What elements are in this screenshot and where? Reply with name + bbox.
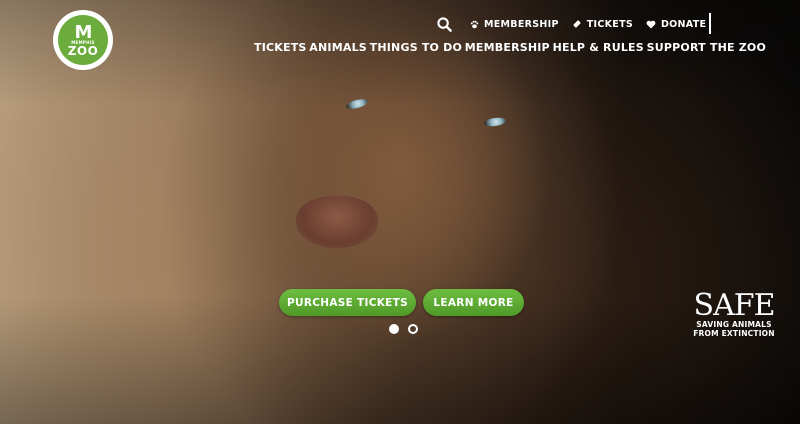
heart-icon (646, 20, 656, 29)
logo-badge: M MEMPHIS ZOO (58, 15, 108, 65)
site-logo[interactable]: M MEMPHIS ZOO (53, 10, 113, 70)
utility-nav: MEMBERSHIP TICKETS DONATE (437, 15, 719, 33)
util-link-membership[interactable]: MEMBERSHIP (470, 19, 559, 30)
safe-badge[interactable]: SAFE SAVING ANIMALS FROM EXTINCTION (688, 291, 780, 338)
main-nav: TICKETS ANIMALS THINGS TO DO MEMBERSHIP … (254, 41, 766, 54)
nav-item-tickets[interactable]: TICKETS (254, 41, 307, 54)
slider-dot-2[interactable] (408, 324, 418, 334)
nav-divider (709, 13, 711, 34)
util-label: DONATE (661, 18, 707, 30)
search-icon[interactable] (437, 16, 452, 32)
nav-item-support-the-zoo[interactable]: SUPPORT THE ZOO (647, 41, 766, 54)
learn-more-button[interactable]: LEARN MORE (423, 289, 524, 316)
ticket-icon (572, 19, 582, 29)
purchase-tickets-button[interactable]: PURCHASE TICKETS (279, 289, 416, 316)
slider-dot-1[interactable] (389, 324, 399, 334)
logo-monogram: M (74, 21, 93, 43)
util-link-tickets[interactable]: TICKETS (572, 19, 633, 30)
hero-overlay (0, 0, 800, 424)
util-label: TICKETS (586, 18, 633, 30)
util-link-donate[interactable]: DONATE (646, 19, 706, 30)
util-label: MEMBERSHIP (484, 18, 559, 30)
paw-icon (470, 20, 479, 29)
nav-item-membership[interactable]: MEMBERSHIP (465, 41, 550, 54)
nav-item-help-rules[interactable]: HELP & RULES (553, 41, 644, 54)
logo-main-text: ZOO (67, 43, 99, 58)
safe-wordmark: SAFE (693, 288, 776, 323)
nav-item-animals[interactable]: ANIMALS (309, 41, 367, 54)
nav-item-things-to-do[interactable]: THINGS TO DO (370, 41, 462, 54)
safe-tagline-2: FROM EXTINCTION (693, 328, 775, 338)
